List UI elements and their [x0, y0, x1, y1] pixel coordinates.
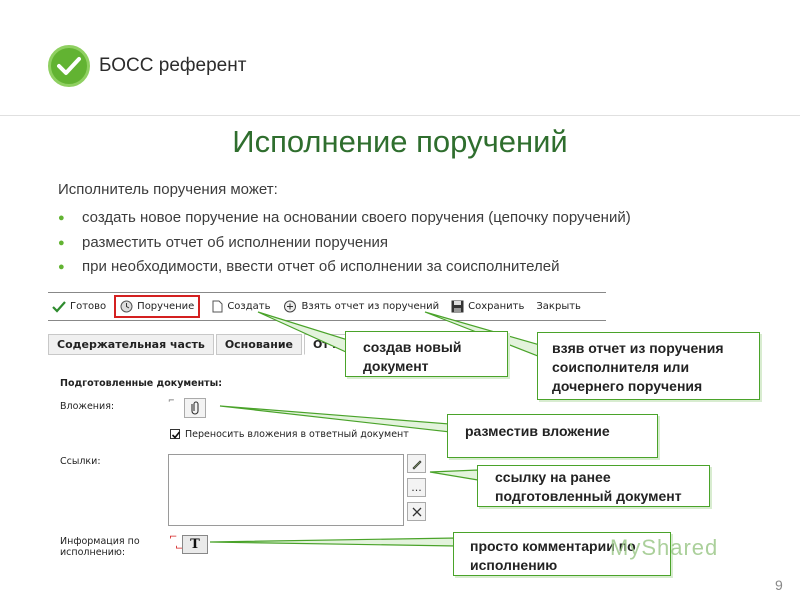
transfer-attachments-label: Переносить вложения в ответный документ [185, 429, 409, 440]
paperclip-icon [191, 401, 199, 415]
bullet-item: ● разместить отчет об исполнении поручени… [58, 231, 631, 256]
exec-info-label-line2: исполнению: [60, 547, 126, 558]
link-browse-button[interactable]: ... [407, 478, 426, 497]
take-report-label: Взять отчет из поручений [301, 301, 440, 312]
text-comment-button[interactable]: T [182, 535, 208, 554]
toolbar: Готово Поручение Создать Взять отчет из … [48, 292, 606, 320]
take-report-button[interactable]: Взять отчет из поручений [283, 300, 440, 313]
brand-name: БОСС референт [99, 55, 247, 76]
pencil-icon [411, 459, 422, 470]
bullet-dot-icon: ● [58, 261, 65, 273]
links-field[interactable] [168, 454, 404, 526]
corner-marker-icon: ⌐ [168, 396, 175, 405]
link-edit-button[interactable] [407, 454, 426, 473]
link-remove-button[interactable] [407, 502, 426, 521]
bullet-dot-icon: ● [58, 212, 65, 224]
report-import-icon [283, 300, 298, 313]
bullet-item: ● при необходимости, ввести отчет об испо… [58, 255, 631, 280]
save-button[interactable]: Сохранить [451, 300, 524, 313]
save-label: Сохранить [468, 301, 525, 312]
callout-link: ссылку на ранее подготовленный документ [477, 465, 710, 507]
close-button[interactable]: Закрыть [536, 301, 581, 312]
tab-basis[interactable]: Основание [215, 334, 302, 355]
bullet-list: ● создать новое поручение на основании св… [58, 206, 631, 280]
watermark: MyShared [610, 535, 719, 560]
brand-logo: БОСС референт [48, 45, 246, 87]
close-label: Закрыть [536, 301, 581, 312]
toolbar-divider [48, 320, 606, 321]
create-button[interactable]: Создать [212, 300, 271, 313]
add-attachment-button[interactable] [184, 398, 206, 418]
floppy-disk-icon [451, 300, 464, 313]
attachments-label: Вложения: [60, 401, 115, 412]
done-label: Готово [70, 301, 107, 312]
bullet-item: ● создать новое поручение на основании св… [58, 206, 631, 231]
bullet-text: разместить отчет об исполнении поручения [82, 233, 389, 251]
callout-take-report: взяв отчет из поручения соисполнителя ил… [537, 332, 760, 400]
checkbox-check-icon [171, 431, 181, 439]
links-label: Ссылки: [60, 456, 101, 467]
bullet-text: при необходимости, ввести отчет об испол… [82, 258, 560, 275]
assignment-button[interactable]: Поручение [114, 295, 201, 318]
prepared-docs-heading: Подготовленные документы: [60, 378, 223, 389]
callout-create-new: создав новый документ [345, 331, 508, 377]
clock-icon [120, 300, 133, 313]
tab-content[interactable]: Содержательная часть [48, 334, 214, 355]
create-label: Создать [227, 301, 271, 312]
page-number: 9 [775, 577, 783, 593]
bullet-text: создать новое поручение на основании сво… [82, 209, 631, 226]
new-document-icon [212, 300, 223, 313]
done-button[interactable]: Готово [52, 300, 107, 313]
intro-text: Исполнитель поручения может: [58, 181, 278, 198]
header-divider [0, 115, 800, 116]
checkmark-icon [52, 300, 66, 313]
bullet-dot-icon: ● [58, 236, 65, 249]
exec-info-label-line1: Информация по [60, 536, 140, 547]
remove-icon [412, 507, 421, 516]
callout-attachment: разместив вложение [447, 414, 658, 458]
assignment-label: Поручение [137, 301, 195, 312]
transfer-attachments-checkbox[interactable] [170, 429, 181, 439]
tab-bar: Содержательная часть Основание Отче [48, 334, 355, 355]
slide-title: Исполнение поручений [232, 124, 568, 159]
checkmark-logo-icon [48, 45, 90, 87]
